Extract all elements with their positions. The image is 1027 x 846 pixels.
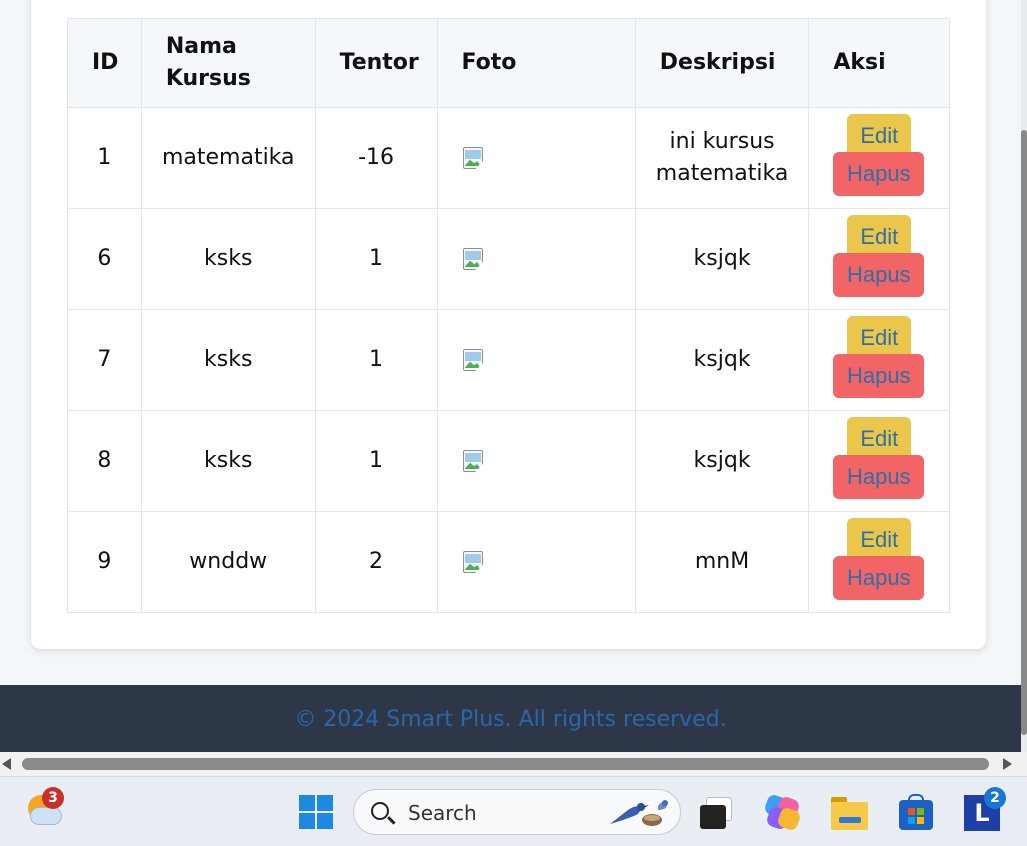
cell-aksi: Edit Hapus [808,208,950,310]
column-header-foto: Foto [436,18,636,108]
cell-aksi: Edit Hapus [808,511,950,613]
app-notification-badge: 2 [984,787,1006,809]
cell-deskripsi: ksjqk [634,208,810,310]
table-header-row: ID Nama Kursus Tentor Foto Deskripsi Aks… [67,18,950,108]
task-view-icon[interactable] [698,795,736,831]
cell-tentor: 1 [314,309,438,411]
table-row: 1 matematika -16 ini kursus matematika E… [67,107,950,209]
scroll-right-arrow-icon[interactable] [1003,758,1012,770]
cell-id: 7 [67,309,142,411]
delete-button[interactable]: Hapus [833,152,925,196]
search-icon [371,802,389,820]
cell-aksi: Edit Hapus [808,410,950,512]
cell-tentor: 1 [314,410,438,512]
column-header-aksi: Aksi [808,18,950,108]
delete-button[interactable]: Hapus [833,354,925,398]
cell-id: 6 [67,208,142,310]
cell-foto [436,511,636,613]
delete-button[interactable]: Hapus [833,556,925,600]
delete-button[interactable]: Hapus [833,455,925,499]
cell-foto [436,107,636,209]
weather-notification-badge: 3 [42,787,64,809]
table-row: 8 ksks 1 ksjqk Edit Hapus [67,410,950,512]
column-header-id: ID [67,18,142,108]
table-row: 6 ksks 1 ksjqk Edit Hapus [67,208,950,310]
vertical-scrollbar-thumb[interactable] [1021,130,1027,735]
cell-deskripsi: ksjqk [634,309,810,411]
broken-image-icon [462,247,487,272]
column-header-tentor: Tentor [314,18,438,108]
cell-nama-kursus: wnddw [140,511,316,613]
horizontal-scrollbar-thumb[interactable] [22,758,989,770]
cell-nama-kursus: matematika [140,107,316,209]
cell-nama-kursus: ksks [140,410,316,512]
broken-image-icon [462,146,487,171]
cell-id: 1 [67,107,142,209]
column-header-nama-kursus: Nama Kursus [140,18,316,108]
cell-id: 9 [67,511,142,613]
cell-deskripsi: ini kursus matematika [634,107,810,209]
broken-image-icon [462,348,487,373]
microsoft-store-icon[interactable] [898,793,934,831]
cell-tentor: 1 [314,208,438,310]
cell-aksi: Edit Hapus [808,309,950,411]
delete-button[interactable]: Hapus [833,253,925,297]
cell-foto [436,309,636,411]
cell-tentor: -16 [314,107,438,209]
cell-tentor: 2 [314,511,438,613]
cell-deskripsi: ksjqk [634,410,810,512]
windows-start-icon[interactable] [298,794,334,830]
cell-aksi: Edit Hapus [808,107,950,209]
scroll-left-arrow-icon[interactable] [2,758,11,770]
broken-image-icon [462,550,487,575]
courses-table: ID Nama Kursus Tentor Foto Deskripsi Aks… [67,18,950,613]
footer-copyright: © 2024 Smart Plus. All rights reserved. [294,707,727,732]
column-header-deskripsi: Deskripsi [634,18,810,108]
cell-deskripsi: mnM [634,511,810,613]
search-placeholder: Search [408,801,477,825]
cell-foto [436,208,636,310]
copilot-icon[interactable] [763,793,802,832]
vertical-scrollbar[interactable] [1021,0,1027,752]
cell-nama-kursus: ksks [140,208,316,310]
cell-id: 8 [67,410,142,512]
horizontal-scrollbar[interactable] [0,752,1027,776]
cell-nama-kursus: ksks [140,309,316,411]
table-row: 7 ksks 1 ksjqk Edit Hapus [67,309,950,411]
broken-image-icon [462,449,487,474]
page-footer: © 2024 Smart Plus. All rights reserved. [0,685,1021,752]
cell-foto [436,410,636,512]
table-row: 9 wnddw 2 mnM Edit Hapus [67,511,950,613]
browser-viewport: ID Nama Kursus Tentor Foto Deskripsi Aks… [0,0,1021,752]
file-explorer-icon[interactable] [830,795,870,831]
search-highlight-bird-icon [610,800,668,826]
windows-taskbar: 3 Search L 2 [0,776,1027,846]
taskbar-search-box[interactable]: Search [353,789,681,835]
